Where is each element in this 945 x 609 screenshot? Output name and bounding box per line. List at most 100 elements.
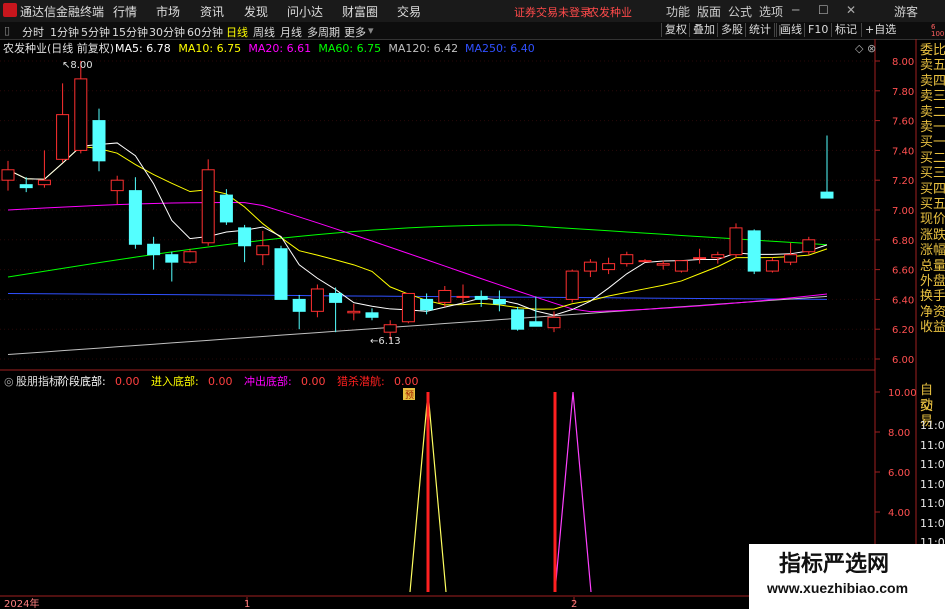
ma-legend: MA5: 6.78 MA10: 6.75 MA20: 6.61 MA60: 6.75 M… (115, 42, 535, 55)
chart-settings-icon[interactable]: ◇ ⊗ (855, 42, 876, 55)
candle-body (656, 263, 670, 266)
candle-body (365, 312, 379, 318)
chart-canvas[interactable]: 农发种业(日线 前复权) MA5: 6.78 MA10: 6.75 MA20: 6.… (0, 39, 945, 609)
candle-body (820, 191, 834, 199)
tab-30min[interactable]: 30分钟 (149, 24, 185, 40)
tab-15min[interactable]: 15分钟 (112, 24, 148, 40)
side-panel-item[interactable]: 买五 (920, 197, 945, 212)
f10-button[interactable]: F10 (804, 23, 831, 37)
side-panel-item[interactable]: 卖三 (920, 89, 945, 104)
candle-body (456, 295, 470, 298)
side-panel-item[interactable]: 委比 (920, 43, 945, 58)
low-marker: ←6.13 (370, 336, 401, 347)
guest-label[interactable]: 游客 (894, 3, 918, 20)
time-label-2: 2 (571, 599, 577, 609)
ma250-line (7, 292, 828, 300)
candle-body (511, 309, 525, 330)
indicator-field-label: 猎杀潜航: (337, 374, 385, 388)
mark-button[interactable]: 标记 (831, 23, 860, 37)
candle-body (56, 114, 70, 160)
side-panel-item[interactable]: 总量 (920, 259, 945, 274)
menu-hangqing[interactable]: 行情 (113, 3, 137, 20)
ma-label: MA120: 6.42 (388, 42, 458, 55)
candle-body (765, 260, 779, 272)
side-panel-time: 11:0 (920, 419, 945, 432)
candle-body (147, 243, 161, 256)
tab-5min[interactable]: 5分钟 (81, 24, 110, 40)
stats-button[interactable]: 统计 (745, 23, 774, 37)
candle-body (183, 251, 197, 263)
indicator-settings-icon[interactable]: ◎ (4, 375, 14, 388)
menu-shichang[interactable]: 市场 (156, 3, 180, 20)
close-icon[interactable]: ✕ (846, 3, 856, 17)
tab-multi-period[interactable]: 多周期 (307, 24, 340, 40)
maximize-icon[interactable]: ☐ (818, 3, 829, 17)
price-tick-label: 6.80 (892, 236, 914, 247)
login-notice[interactable]: 证券交易未登录 (514, 4, 591, 20)
side-panel-time: 11:0 (920, 497, 945, 510)
candle-body (310, 288, 324, 312)
overlay-button[interactable]: 叠加 (689, 23, 718, 37)
dropdown-icon[interactable]: ▾ (368, 24, 374, 37)
side-panel-item[interactable]: 买一 (920, 135, 945, 150)
side-panel-item[interactable]: 涨跌 (920, 228, 945, 243)
draw-button[interactable]: 画线 (776, 23, 805, 37)
price-tick-label: 6.00 (892, 355, 914, 366)
price-tick-label: 7.60 (892, 117, 914, 128)
side-panel-item[interactable]: 买三 (920, 166, 945, 181)
minimize-icon[interactable]: ─ (792, 3, 799, 17)
add-watchlist-button[interactable]: +自选 (861, 23, 899, 37)
side-panel-item[interactable]: 换手 (920, 289, 945, 304)
ma-label: MA5: 6.78 (115, 42, 171, 55)
side-panel-item[interactable]: 卖五 (920, 58, 945, 73)
tab-daily[interactable]: 日线 (226, 24, 248, 40)
menu-caifuquan[interactable]: 财富圈 (342, 3, 378, 20)
indicator-tick-label: 10.00 (888, 388, 917, 399)
menu-faxian[interactable]: 发现 (244, 3, 268, 20)
side-panel-item[interactable]: 净资 (920, 305, 945, 320)
tab-weekly[interactable]: 周线 (253, 24, 275, 40)
tab-more[interactable]: 更多 (344, 24, 366, 40)
price-tick-label: 7.00 (892, 206, 914, 217)
menu-zixun[interactable]: 资讯 (200, 3, 224, 20)
side-panel-item[interactable]: 外盘 (920, 274, 945, 289)
side-panel-item[interactable]: 买四 (920, 182, 945, 197)
candle-body (92, 120, 106, 162)
indicator-field-label: 冲出底部: (244, 374, 292, 388)
menu-wenxiaoda[interactable]: 问小达 (287, 3, 323, 20)
side-panel-item[interactable]: 卖一 (920, 120, 945, 135)
tab-60min[interactable]: 60分钟 (187, 24, 223, 40)
side-panel-item[interactable]: 卖四 (920, 74, 945, 89)
side-panel-item[interactable]: 现价 (920, 212, 945, 227)
candle-body (74, 78, 88, 151)
multi-stock-button[interactable]: 多股 (717, 23, 746, 37)
watermark-url: www.xuezhibiao.com (767, 580, 909, 596)
indicator-field-label: 进入底部: (151, 374, 199, 388)
menu-jiaoyi[interactable]: 交易 (397, 3, 421, 20)
side-panel-item[interactable]: 买二 (920, 151, 945, 166)
side-panel-item[interactable]: 涨幅 (920, 243, 945, 258)
tab-1min[interactable]: 1分钟 (50, 24, 79, 40)
indicator-tick-label: 4.00 (888, 508, 910, 519)
candle-body (711, 254, 725, 259)
candle-body (274, 248, 288, 300)
indicator-field-value: 0.00 (115, 375, 140, 388)
formula-button[interactable]: 公式 (728, 3, 752, 20)
indicator-field-value: 0.00 (394, 375, 419, 388)
price-tick-label: 7.80 (892, 87, 914, 98)
tab-fenshi[interactable]: 分时 (22, 24, 44, 40)
func-button[interactable]: 功能 (666, 3, 690, 20)
app-name: 通达信金融终端 (20, 5, 105, 19)
candle-body (1, 169, 15, 181)
candle-body (347, 310, 361, 314)
indicator-marks (409, 391, 592, 593)
collapse-icon[interactable]: ▯ (4, 24, 10, 37)
side-panel-item[interactable]: 收益 (920, 320, 945, 335)
fuquan-button[interactable]: 复权 (661, 23, 690, 37)
side-panel-item[interactable]: 卖二 (920, 105, 945, 120)
options-button[interactable]: 选项 (759, 3, 783, 20)
tab-monthly[interactable]: 月线 (280, 24, 302, 40)
candle-body (37, 179, 51, 186)
layout-button[interactable]: 版面 (697, 3, 721, 20)
ma-label: MA250: 6.40 (465, 42, 535, 55)
